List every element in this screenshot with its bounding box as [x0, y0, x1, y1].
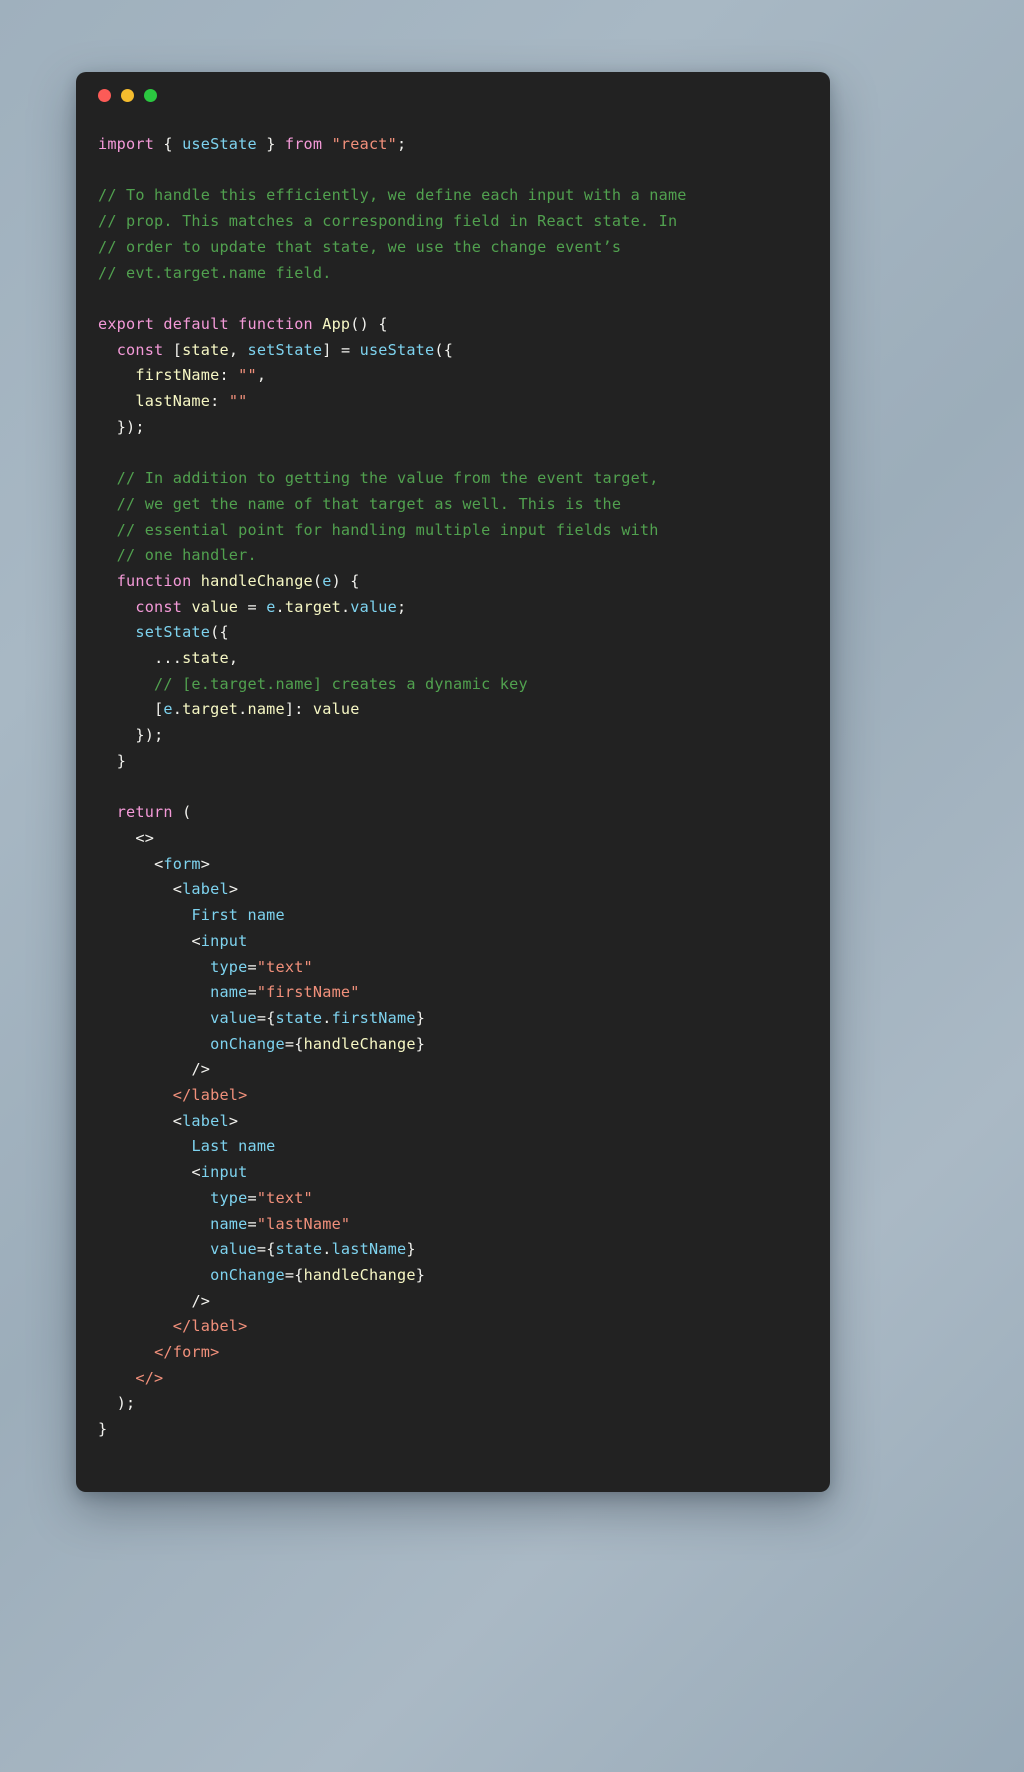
source-code[interactable]: import { useState } from "react"; // To … — [98, 132, 808, 1443]
minimize-button[interactable] — [121, 88, 134, 102]
window-titlebar — [76, 72, 830, 118]
maximize-button[interactable] — [144, 88, 157, 102]
code-area[interactable]: import { useState } from "react"; // To … — [76, 118, 830, 1463]
code-window: import { useState } from "react"; // To … — [76, 72, 830, 1492]
code-screenshot-container: import { useState } from "react"; // To … — [76, 72, 830, 1492]
close-button[interactable] — [98, 88, 111, 102]
